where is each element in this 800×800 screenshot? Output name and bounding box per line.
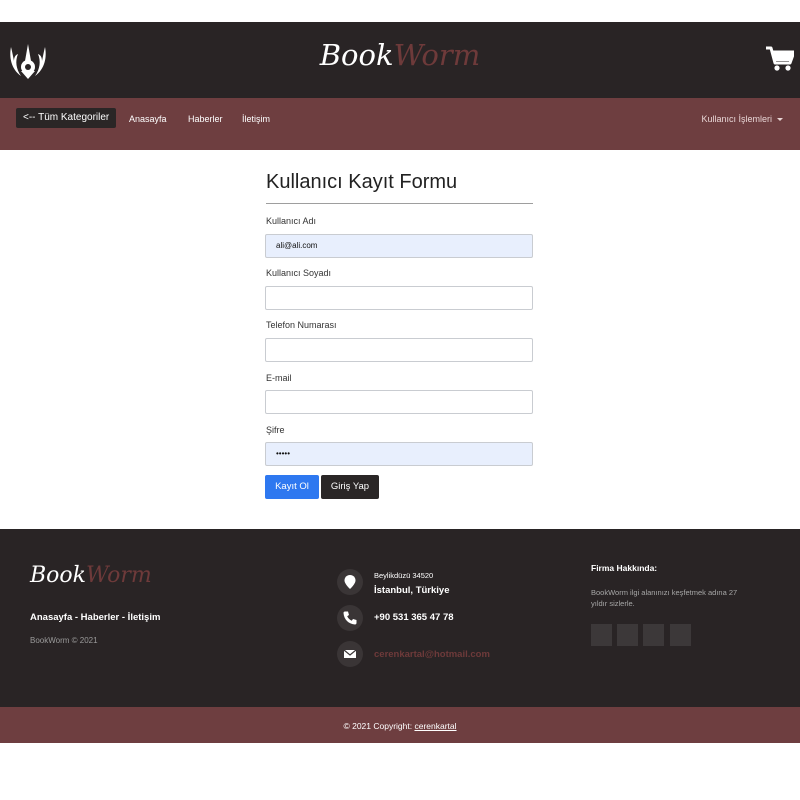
phone-icon bbox=[337, 605, 363, 631]
footer-brand-part2: Worm bbox=[86, 563, 152, 588]
phone-input[interactable] bbox=[265, 338, 533, 362]
envelope-icon bbox=[337, 641, 363, 667]
last-name-input[interactable] bbox=[265, 286, 533, 310]
social-button-1[interactable] bbox=[591, 624, 612, 646]
email-input[interactable] bbox=[265, 390, 533, 414]
about-title: Firma Hakkında: bbox=[591, 563, 658, 573]
caret-down-icon bbox=[777, 118, 783, 122]
phone-label: Telefon Numarası bbox=[266, 320, 337, 330]
register-button[interactable]: Kayıt Ol bbox=[265, 475, 319, 499]
nav-link-contact[interactable]: İletişim bbox=[242, 114, 270, 124]
first-name-label: Kullanıcı Adı bbox=[266, 216, 317, 226]
title-divider bbox=[266, 203, 533, 204]
footer-phone: +90 531 365 47 78 bbox=[374, 612, 454, 623]
address-line2: İstanbul, Türkiye bbox=[374, 585, 450, 596]
password-label: Şifre bbox=[266, 425, 285, 435]
map-marker-icon bbox=[337, 569, 363, 595]
brand-logo[interactable]: BookWorm bbox=[0, 38, 800, 72]
user-operations-label: Kullanıcı İşlemleri bbox=[701, 114, 772, 124]
brand-part2: Worm bbox=[393, 38, 481, 72]
top-header: BookWorm bbox=[0, 22, 800, 98]
footer-links[interactable]: Anasayfa - Haberler - İletişim bbox=[30, 612, 160, 623]
social-button-3[interactable] bbox=[643, 624, 664, 646]
nav-link-news[interactable]: Haberler bbox=[188, 114, 223, 124]
first-name-input[interactable]: ali@ali.com bbox=[265, 234, 533, 258]
last-name-label: Kullanıcı Soyadı bbox=[266, 268, 332, 278]
address-line1: Beylikdüzü 34520 bbox=[374, 571, 434, 580]
shopping-cart-icon[interactable] bbox=[766, 46, 794, 72]
login-button[interactable]: Giriş Yap bbox=[321, 475, 379, 499]
footer-brand-part1: Book bbox=[30, 563, 86, 588]
bottom-copyright-bar: © 2021 Copyright: cerenkartal bbox=[0, 707, 800, 743]
password-input[interactable]: ••••• bbox=[265, 442, 533, 466]
owner-link[interactable]: cerenkartal bbox=[414, 721, 456, 731]
brand-part1: Book bbox=[319, 38, 394, 72]
page: BookWorm <-- Tüm Kategoriler Anasayfa Ha… bbox=[0, 0, 800, 800]
bottom-copyright-text: © 2021 Copyright: bbox=[343, 721, 415, 731]
all-categories-button[interactable]: <-- Tüm Kategoriler bbox=[16, 108, 117, 128]
social-button-4[interactable] bbox=[670, 624, 691, 646]
nav-link-home[interactable]: Anasayfa bbox=[129, 114, 167, 124]
user-operations-dropdown[interactable]: Kullanıcı İşlemleri bbox=[701, 114, 783, 124]
footer-email-link[interactable]: cerenkartal@hotmail.com bbox=[374, 649, 490, 660]
email-label: E-mail bbox=[266, 373, 292, 383]
form-title: Kullanıcı Kayıt Formu bbox=[266, 171, 458, 193]
about-text: BookWorm ilgi alanınızı keşfetmek adına … bbox=[591, 588, 738, 608]
social-button-2[interactable] bbox=[617, 624, 638, 646]
main-navbar: <-- Tüm Kategoriler Anasayfa Haberler İl… bbox=[0, 98, 800, 150]
footer: BookWorm Anasayfa - Haberler - İletişim … bbox=[0, 529, 800, 707]
footer-brand-logo[interactable]: BookWorm bbox=[30, 563, 152, 588]
footer-copyright: BookWorm © 2021 bbox=[30, 636, 98, 645]
